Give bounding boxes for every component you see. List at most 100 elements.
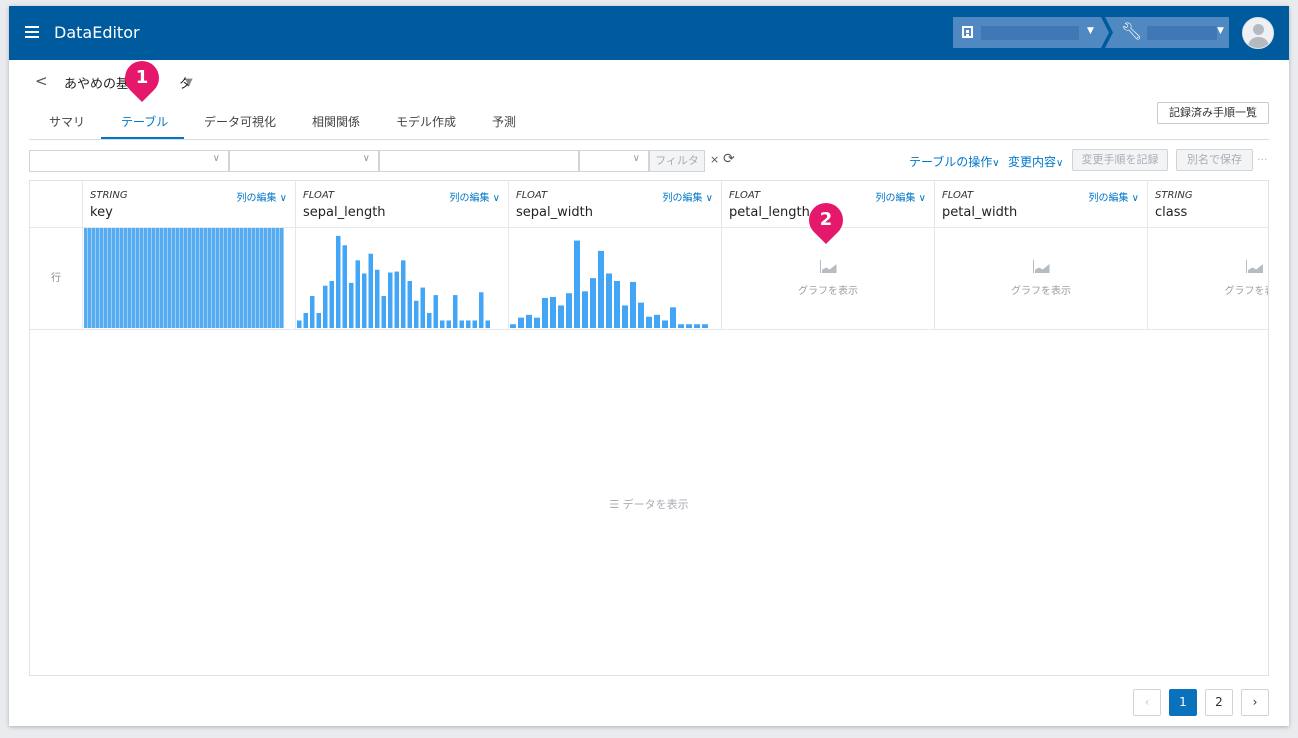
filter-button[interactable]: フィルタ: [649, 150, 705, 172]
column-chart: [296, 228, 508, 329]
table-operations-dropdown[interactable]: テーブルの操作∨: [909, 153, 1000, 170]
callout-marker-2: 2: [801, 195, 851, 245]
pagination-prev[interactable]: ‹: [1133, 689, 1161, 716]
sepal-length-histogram-bar: [381, 296, 386, 328]
pagination-next[interactable]: ›: [1241, 689, 1269, 716]
column-type: STRING: [1155, 190, 1193, 201]
area-chart-icon: [1032, 260, 1050, 273]
column-type: FLOAT: [516, 190, 548, 201]
sepal-width-histogram-bar: [646, 316, 652, 328]
project-selector[interactable]: 🔧︎ ▼: [1105, 17, 1229, 48]
show-data-button[interactable]: ☰ データを表示: [30, 496, 1268, 512]
tab-data-visualization[interactable]: データ可視化: [204, 113, 276, 130]
chevron-down-icon: ∨: [632, 153, 640, 164]
row-divider: [30, 329, 1268, 330]
clear-filter-icon[interactable]: ×: [710, 153, 719, 166]
column-edit-dropdown[interactable]: 列の編集 ∨: [450, 189, 501, 204]
show-graph-label: グラフを表示: [798, 286, 858, 297]
chevron-down-icon: ∨: [992, 158, 1000, 169]
sepal-length-histogram-bar: [401, 260, 406, 328]
chevron-down-icon: ▼: [1087, 26, 1094, 36]
show-graph-button[interactable]: グラフを表示: [935, 258, 1147, 297]
filter-operator-select[interactable]: ∨: [229, 150, 379, 172]
app-window: DataEditor ▼ 🔧︎ ▼ < あやめの基タ ▼ サマリ テーブル デー…: [9, 6, 1289, 726]
show-data-label: データを表示: [622, 498, 689, 511]
column-name: class: [1155, 205, 1188, 220]
chevron-down-icon: ∨: [212, 153, 220, 164]
sepal-length-histogram-bar: [375, 269, 380, 328]
filter-value-input[interactable]: [379, 150, 579, 172]
filter-extra-select[interactable]: ∨: [579, 150, 649, 172]
sepal-width-histogram-bar: [598, 250, 604, 328]
row-label: 行: [51, 273, 61, 284]
column-chart: [509, 228, 721, 329]
show-graph-button[interactable]: グラフを表示: [722, 258, 934, 297]
sepal-width-histogram-bar: [566, 293, 572, 328]
organization-name-redacted: [981, 26, 1079, 40]
column-name: petal_length: [729, 205, 810, 220]
sepal-width-histogram-bar: [694, 324, 700, 328]
more-options-icon[interactable]: ···: [1257, 153, 1268, 166]
column-class: STRING class グラフを表示: [1148, 181, 1269, 329]
sepal-width-histogram-bar: [590, 278, 596, 328]
sepal-length-histogram-bar: [336, 235, 341, 328]
sepal-width-histogram-bar: [558, 305, 564, 328]
filter-column-select[interactable]: ∨: [29, 150, 229, 172]
organization-selector[interactable]: ▼: [953, 17, 1109, 48]
tab-prediction[interactable]: 予測: [492, 113, 516, 130]
user-avatar-icon[interactable]: [1242, 17, 1274, 49]
record-steps-button[interactable]: 変更手順を記録: [1072, 149, 1168, 171]
sepal-width-histogram-bar: [550, 296, 556, 328]
chevron-down-icon: ∨: [1056, 158, 1064, 169]
menu-icon[interactable]: [25, 26, 39, 38]
changes-dropdown[interactable]: 変更内容∨: [1008, 153, 1063, 170]
column-sepal-width: FLOAT sepal_width 列の編集 ∨: [509, 181, 722, 329]
sepal-length-histogram-bar: [355, 260, 360, 328]
column-edit-dropdown[interactable]: 列の編集 ∨: [663, 189, 714, 204]
tab-correlation[interactable]: 相関関係: [312, 113, 360, 130]
sepal-width-histogram-bar: [526, 314, 532, 328]
show-graph-label: グラフを表示: [1224, 286, 1269, 297]
sepal-length-histogram-bar: [329, 281, 334, 328]
key-distribution-bars: [84, 228, 284, 328]
sepal-length-histogram-bar: [414, 300, 419, 328]
pagination-page-1[interactable]: 1: [1169, 689, 1197, 716]
changes-label: 変更内容: [1008, 155, 1057, 169]
save-as-button[interactable]: 別名で保存: [1176, 149, 1253, 171]
sepal-length-histogram-bar: [433, 295, 438, 328]
column-edit-label: 列の編集: [236, 193, 277, 204]
project-name-redacted: [1147, 26, 1217, 40]
app-title: DataEditor: [54, 23, 140, 42]
sepal-length-histogram-bar: [310, 296, 315, 328]
area-chart-icon: [819, 260, 837, 273]
tab-table[interactable]: テーブル: [121, 113, 168, 130]
column-edit-dropdown[interactable]: 列の編集 ∨: [876, 189, 927, 204]
sepal-length-histogram-bar: [420, 287, 425, 328]
back-arrow-icon[interactable]: <: [35, 72, 48, 90]
sepal-length-histogram-bar: [388, 272, 393, 328]
chevron-down-icon: ∨: [362, 153, 370, 164]
sepal-length-histogram-bar: [427, 312, 432, 328]
sepal-width-histogram-bar: [542, 297, 548, 328]
sepal-width-histogram-bar: [574, 240, 580, 328]
refresh-icon[interactable]: ⟳: [723, 151, 735, 167]
building-icon: [962, 26, 973, 38]
pagination-page-2[interactable]: 2: [1205, 689, 1233, 716]
sepal-length-histogram-bar: [485, 320, 490, 328]
column-edit-dropdown[interactable]: 列の編集 ∨: [237, 189, 288, 204]
sepal-length-histogram-bar: [297, 320, 302, 328]
column-edit-dropdown[interactable]: 列の編集 ∨: [1089, 189, 1140, 204]
data-table: 行 STRING key 列の編集 ∨ FLOAT sepal_length 列…: [29, 180, 1269, 676]
tab-summary[interactable]: サマリ: [49, 113, 85, 130]
sepal-length-histogram: [297, 235, 490, 328]
sepal-length-histogram-bar: [368, 253, 373, 328]
sepal-width-histogram-bar: [606, 273, 612, 328]
sepal-length-histogram-bar: [459, 320, 464, 328]
sepal-length-histogram-bar: [303, 312, 308, 328]
column-type: FLOAT: [303, 190, 335, 201]
table-operations-label: テーブルの操作: [909, 155, 993, 169]
dataset-dropdown-icon[interactable]: ▼: [185, 77, 193, 88]
recorded-steps-button[interactable]: 記録済み手順一覧: [1157, 102, 1269, 124]
show-graph-button[interactable]: グラフを表示: [1148, 258, 1269, 297]
tab-model-creation[interactable]: モデル作成: [396, 113, 456, 130]
